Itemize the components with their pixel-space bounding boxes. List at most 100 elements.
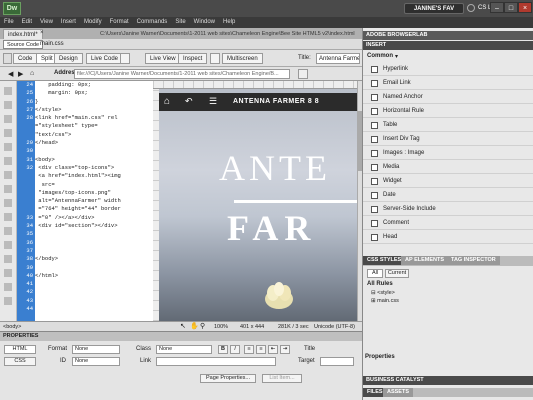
home-icon[interactable]: ⌂ bbox=[30, 70, 34, 77]
insert-item[interactable]: Widget bbox=[363, 175, 533, 188]
code-line[interactable]: "text/css"> bbox=[35, 131, 153, 139]
code-line[interactable]: padding: 0px; bbox=[35, 81, 153, 89]
tab-ap-elements[interactable]: AP ELEMENTS bbox=[401, 256, 449, 265]
link-input[interactable] bbox=[156, 357, 276, 366]
insert-item[interactable]: Date bbox=[363, 189, 533, 202]
code-line[interactable]: <link href="main.css" rel bbox=[35, 114, 153, 122]
italic-button[interactable]: I bbox=[230, 345, 240, 354]
source-code-button[interactable]: Source Code bbox=[3, 40, 44, 49]
outdent-icon[interactable] bbox=[4, 283, 12, 291]
insert-item[interactable]: Hyperlink bbox=[363, 63, 533, 76]
indent-icon[interactable] bbox=[4, 269, 12, 277]
menu-site[interactable]: Site bbox=[171, 17, 189, 27]
address-field[interactable]: file:///C|/Users/Janine Warner/Documents… bbox=[74, 69, 290, 79]
live-code-button[interactable]: Live Code bbox=[86, 53, 124, 64]
code-line[interactable]: margin: 0px; bbox=[35, 89, 153, 97]
code-line[interactable]: </html> bbox=[35, 272, 153, 280]
select-parent-tag-icon[interactable] bbox=[4, 129, 12, 137]
unordered-list-icon[interactable]: ≡ bbox=[244, 345, 254, 354]
code-line[interactable]: <div id="section"></div> bbox=[35, 222, 153, 230]
indent-icon-button[interactable]: ⇥ bbox=[280, 345, 290, 354]
insert-item[interactable]: Named Anchor bbox=[363, 91, 533, 104]
insert-item[interactable]: Insert Div Tag bbox=[363, 133, 533, 146]
recent-snippets-icon[interactable] bbox=[4, 241, 12, 249]
insert-panel-header[interactable]: INSERT bbox=[363, 41, 533, 50]
code-line[interactable]: ="0" /></a></div> bbox=[35, 214, 153, 222]
code-line[interactable]: </body> bbox=[35, 255, 153, 263]
menu-view[interactable]: View bbox=[36, 17, 57, 27]
insert-item[interactable]: Server-Side Include bbox=[363, 203, 533, 216]
related-file-main-css[interactable]: main.css bbox=[40, 40, 64, 49]
collapse-tag-icon[interactable] bbox=[4, 101, 12, 109]
move-css-icon[interactable] bbox=[4, 255, 12, 263]
menu-format[interactable]: Format bbox=[106, 17, 133, 27]
target-select[interactable] bbox=[320, 357, 354, 366]
html-mode-button[interactable]: HTML bbox=[4, 345, 36, 354]
menu-help[interactable]: Help bbox=[219, 17, 239, 27]
insert-item[interactable]: Comment bbox=[363, 217, 533, 230]
code-button[interactable]: Code bbox=[13, 53, 38, 64]
current-mode-button[interactable]: Current bbox=[385, 269, 409, 278]
list-item-button[interactable]: List Item... bbox=[262, 374, 302, 383]
tab-index-html[interactable]: index.html* bbox=[3, 29, 43, 39]
live-view-button[interactable]: Live View bbox=[145, 53, 181, 64]
zoom-level[interactable]: 100% bbox=[214, 323, 228, 331]
house-icon[interactable]: ⌂ bbox=[164, 96, 170, 107]
line-numbers-icon[interactable] bbox=[4, 143, 12, 151]
code-line[interactable] bbox=[35, 239, 153, 247]
browserlab-panel-header[interactable]: ADOBE BROWSERLAB bbox=[363, 31, 533, 40]
code-line[interactable]: </style> bbox=[35, 106, 153, 114]
close-tab-icon[interactable]: × bbox=[40, 29, 44, 38]
class-select[interactable]: None bbox=[156, 345, 212, 354]
menu-commands[interactable]: Commands bbox=[133, 17, 172, 27]
browser-preview-icon[interactable] bbox=[210, 53, 220, 64]
css-mode-button[interactable]: CSS bbox=[4, 357, 36, 366]
back-icon[interactable]: ◀ bbox=[8, 70, 13, 78]
page-properties-button[interactable]: Page Properties... bbox=[200, 374, 256, 383]
search-icon[interactable] bbox=[467, 4, 475, 12]
undo-arrow-icon[interactable]: ↶ bbox=[185, 96, 193, 107]
tag-selector[interactable]: <body> bbox=[3, 323, 21, 331]
menu-edit[interactable]: Edit bbox=[18, 17, 36, 27]
wrap-tag-icon[interactable] bbox=[4, 227, 12, 235]
code-line[interactable] bbox=[35, 264, 153, 272]
code-line[interactable]: <a href="index.html"><img bbox=[35, 172, 153, 180]
inspect-button[interactable]: Inspect bbox=[178, 53, 208, 64]
insert-category-select[interactable]: Common bbox=[367, 53, 393, 59]
menu-window[interactable]: Window bbox=[190, 17, 219, 27]
insert-item[interactable]: Horizontal Rule bbox=[363, 105, 533, 118]
tab-tag-inspector[interactable]: TAG INSPECTOR bbox=[447, 256, 500, 265]
code-line[interactable] bbox=[35, 247, 153, 255]
comment-icon[interactable] bbox=[4, 199, 12, 207]
code-line[interactable]: } bbox=[35, 98, 153, 106]
code-line[interactable]: alt="AntennaFarmer" width bbox=[35, 197, 153, 205]
uncomment-icon[interactable] bbox=[4, 213, 12, 221]
title-input[interactable]: Antenna Farmer bbox=[316, 53, 360, 64]
window-size[interactable]: 401 x 444 bbox=[240, 323, 264, 331]
refresh-icon[interactable] bbox=[120, 53, 130, 64]
insert-item[interactable]: Images : Image bbox=[363, 147, 533, 160]
bold-button[interactable]: B bbox=[218, 345, 228, 354]
select-tool-icon[interactable]: ↖ bbox=[180, 323, 186, 331]
forward-icon[interactable]: ▶ bbox=[18, 70, 23, 78]
word-wrap-icon[interactable] bbox=[4, 185, 12, 193]
design-button[interactable]: Design bbox=[54, 53, 83, 64]
address-menu-icon[interactable] bbox=[298, 69, 308, 79]
insert-item[interactable]: Media bbox=[363, 161, 533, 174]
minimize-button[interactable]: – bbox=[490, 2, 504, 13]
open-documents-icon[interactable] bbox=[4, 87, 12, 95]
menu-insert[interactable]: Insert bbox=[57, 17, 80, 27]
chevron-down-icon[interactable]: ▾ bbox=[395, 53, 398, 60]
highlight-invalid-icon[interactable] bbox=[4, 157, 12, 165]
business-catalyst-header[interactable]: BUSINESS CATALYST bbox=[363, 376, 533, 385]
design-view[interactable]: ⌂ ↶ ☰ ANTENNA FARMER 8 8 ANTE FAR bbox=[159, 89, 359, 321]
code-view[interactable]: padding: 0px; margin: 0px;} </style> <link… bbox=[35, 81, 153, 321]
code-line[interactable]: </head> bbox=[35, 139, 153, 147]
menu-modify[interactable]: Modify bbox=[80, 17, 106, 27]
insert-item[interactable]: Table bbox=[363, 119, 533, 132]
multiscreen-button[interactable]: Multiscreen bbox=[222, 53, 263, 64]
code-line[interactable] bbox=[35, 147, 153, 155]
syntax-error-icon[interactable] bbox=[4, 171, 12, 179]
rule-style[interactable]: ⊟ <style> bbox=[371, 290, 395, 296]
insert-item[interactable]: Head bbox=[363, 231, 533, 244]
